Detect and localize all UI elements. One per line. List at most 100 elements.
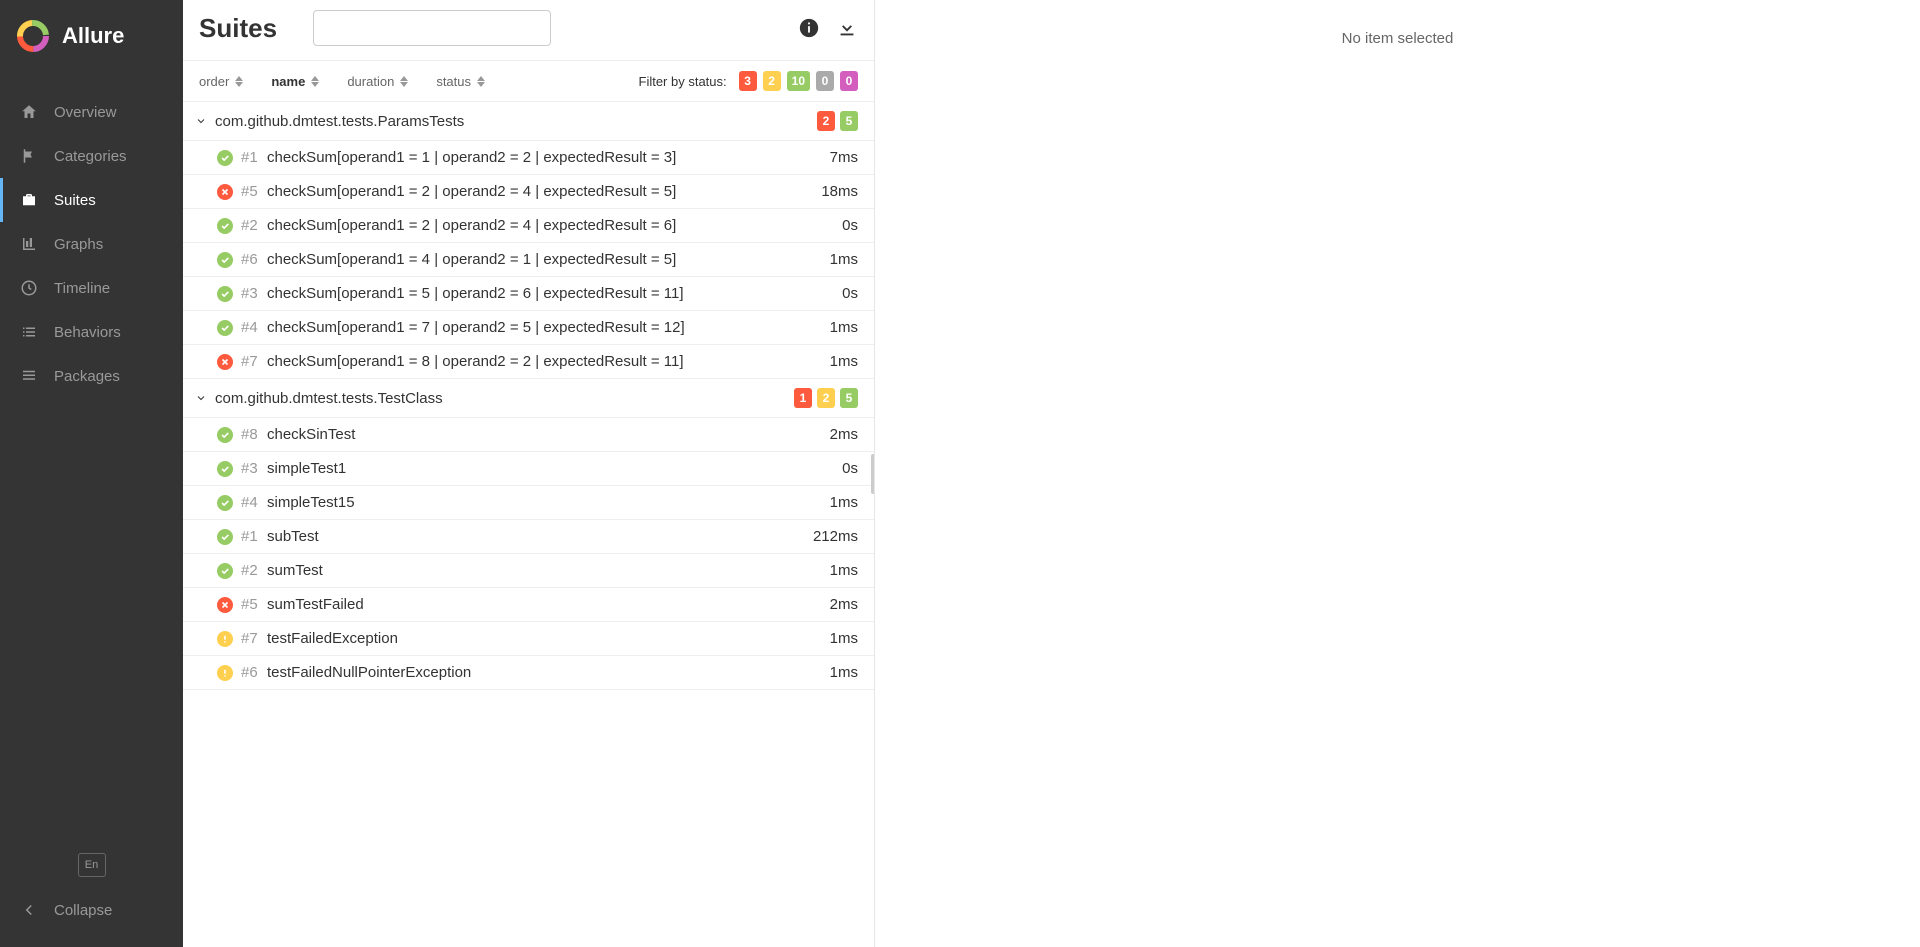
passed-icon bbox=[217, 461, 233, 477]
passed-icon bbox=[217, 286, 233, 302]
test-row[interactable]: #4checkSum[operand1 = 7 | operand2 = 5 |… bbox=[183, 311, 874, 345]
detail-panel: No item selected bbox=[875, 0, 1920, 947]
test-name: sumTest bbox=[267, 562, 820, 579]
test-number: #8 bbox=[241, 426, 267, 443]
filter-passed[interactable]: 10 bbox=[787, 71, 810, 91]
test-duration: 1ms bbox=[830, 494, 858, 511]
layers-icon bbox=[20, 367, 38, 385]
brand-name: Allure bbox=[62, 23, 124, 49]
test-number: #1 bbox=[241, 528, 267, 545]
briefcase-icon bbox=[20, 191, 38, 209]
nav-behaviors[interactable]: Behaviors bbox=[0, 310, 183, 354]
filter-broken[interactable]: 2 bbox=[763, 71, 781, 91]
suite-row[interactable]: com.github.dmtest.tests.TestClass125 bbox=[183, 379, 874, 418]
flag-icon bbox=[20, 147, 38, 165]
chevron-down-icon bbox=[195, 392, 209, 404]
test-name: testFailedNullPointerException bbox=[267, 664, 820, 681]
suite-tree: com.github.dmtest.tests.ParamsTests25#1c… bbox=[183, 102, 874, 947]
nav-suites[interactable]: Suites bbox=[0, 178, 183, 222]
search-input[interactable] bbox=[313, 10, 550, 46]
test-duration: 0s bbox=[842, 285, 858, 302]
filter-label: Filter by status: bbox=[639, 74, 727, 89]
nav-graphs[interactable]: Graphs bbox=[0, 222, 183, 266]
test-duration: 1ms bbox=[830, 664, 858, 681]
sidebar-footer: En Collapse bbox=[0, 841, 183, 947]
test-name: checkSum[operand1 = 5 | operand2 = 6 | e… bbox=[267, 285, 832, 302]
passed-icon bbox=[217, 218, 233, 234]
sort-name[interactable]: name bbox=[271, 74, 319, 89]
sidebar-nav: Overview Categories Suites Graphs Timeli… bbox=[0, 72, 183, 841]
test-duration: 1ms bbox=[830, 251, 858, 268]
passed-icon bbox=[217, 252, 233, 268]
nav-packages[interactable]: Packages bbox=[0, 354, 183, 398]
sort-arrows-icon bbox=[311, 76, 319, 87]
sidebar-header: Allure bbox=[0, 0, 183, 72]
test-duration: 7ms bbox=[830, 149, 858, 166]
nav-graphs-label: Graphs bbox=[54, 236, 103, 253]
test-row[interactable]: #3checkSum[operand1 = 5 | operand2 = 6 |… bbox=[183, 277, 874, 311]
test-row[interactable]: #8checkSinTest2ms bbox=[183, 418, 874, 452]
filter-skipped[interactable]: 0 bbox=[816, 71, 834, 91]
test-row[interactable]: #2sumTest1ms bbox=[183, 554, 874, 588]
detail-empty-message: No item selected bbox=[895, 30, 1900, 47]
failed-icon bbox=[217, 354, 233, 370]
test-row[interactable]: #1checkSum[operand1 = 1 | operand2 = 2 |… bbox=[183, 141, 874, 175]
test-row[interactable]: #2checkSum[operand1 = 2 | operand2 = 4 |… bbox=[183, 209, 874, 243]
test-row[interactable]: #5checkSum[operand1 = 2 | operand2 = 4 |… bbox=[183, 175, 874, 209]
page-title: Suites bbox=[199, 13, 277, 44]
nav-overview[interactable]: Overview bbox=[0, 90, 183, 134]
suite-row[interactable]: com.github.dmtest.tests.ParamsTests25 bbox=[183, 102, 874, 141]
failed-icon bbox=[217, 597, 233, 613]
test-row[interactable]: #4simpleTest151ms bbox=[183, 486, 874, 520]
passed-icon bbox=[217, 150, 233, 166]
suite-name: com.github.dmtest.tests.TestClass bbox=[215, 390, 792, 407]
test-name: checkSinTest bbox=[267, 426, 820, 443]
sort-duration[interactable]: duration bbox=[347, 74, 408, 89]
filter-failed[interactable]: 3 bbox=[739, 71, 757, 91]
test-row[interactable]: #6checkSum[operand1 = 4 | operand2 = 1 |… bbox=[183, 243, 874, 277]
broken-icon bbox=[217, 665, 233, 681]
nav-timeline-label: Timeline bbox=[54, 280, 110, 297]
suites-panel: Suites order name duration status Filter… bbox=[183, 0, 875, 947]
test-row[interactable]: #7checkSum[operand1 = 8 | operand2 = 2 |… bbox=[183, 345, 874, 379]
passed-icon bbox=[217, 563, 233, 579]
home-icon bbox=[20, 103, 38, 121]
test-number: #5 bbox=[241, 596, 267, 613]
download-icon[interactable] bbox=[836, 17, 858, 39]
test-duration: 212ms bbox=[813, 528, 858, 545]
language-toggle[interactable]: En bbox=[78, 853, 106, 877]
filter-unknown[interactable]: 0 bbox=[840, 71, 858, 91]
test-name: checkSum[operand1 = 1 | operand2 = 2 | e… bbox=[267, 149, 820, 166]
nav-categories[interactable]: Categories bbox=[0, 134, 183, 178]
nav-timeline[interactable]: Timeline bbox=[0, 266, 183, 310]
test-row[interactable]: #1subTest 212ms bbox=[183, 520, 874, 554]
test-row[interactable]: #7testFailedException1ms bbox=[183, 622, 874, 656]
test-number: #5 bbox=[241, 183, 267, 200]
sidebar: Allure Overview Categories Suites Graphs… bbox=[0, 0, 183, 947]
sort-order[interactable]: order bbox=[199, 74, 243, 89]
sort-status[interactable]: status bbox=[436, 74, 485, 89]
failed-icon bbox=[217, 184, 233, 200]
info-icon[interactable] bbox=[798, 17, 820, 39]
test-row[interactable]: #5sumTestFailed2ms bbox=[183, 588, 874, 622]
test-number: #4 bbox=[241, 319, 267, 336]
clock-icon bbox=[20, 279, 38, 297]
test-name: checkSum[operand1 = 2 | operand2 = 4 | e… bbox=[267, 183, 811, 200]
test-name: simpleTest1 bbox=[267, 460, 832, 477]
test-name: testFailedException bbox=[267, 630, 820, 647]
suites-header: Suites bbox=[183, 0, 874, 60]
chevron-left-icon bbox=[20, 901, 38, 919]
collapse-button[interactable]: Collapse bbox=[0, 891, 183, 929]
test-name: simpleTest15 bbox=[267, 494, 820, 511]
test-duration: 1ms bbox=[830, 319, 858, 336]
suite-badge-broken: 2 bbox=[817, 388, 835, 408]
test-duration: 1ms bbox=[830, 630, 858, 647]
test-name: sumTestFailed bbox=[267, 596, 820, 613]
test-number: #3 bbox=[241, 285, 267, 302]
test-row[interactable]: #6testFailedNullPointerException1ms bbox=[183, 656, 874, 690]
passed-icon bbox=[217, 495, 233, 511]
test-number: #7 bbox=[241, 353, 267, 370]
test-duration: 1ms bbox=[830, 353, 858, 370]
test-name: subTest bbox=[267, 528, 803, 545]
test-row[interactable]: #3simpleTest10s bbox=[183, 452, 874, 486]
